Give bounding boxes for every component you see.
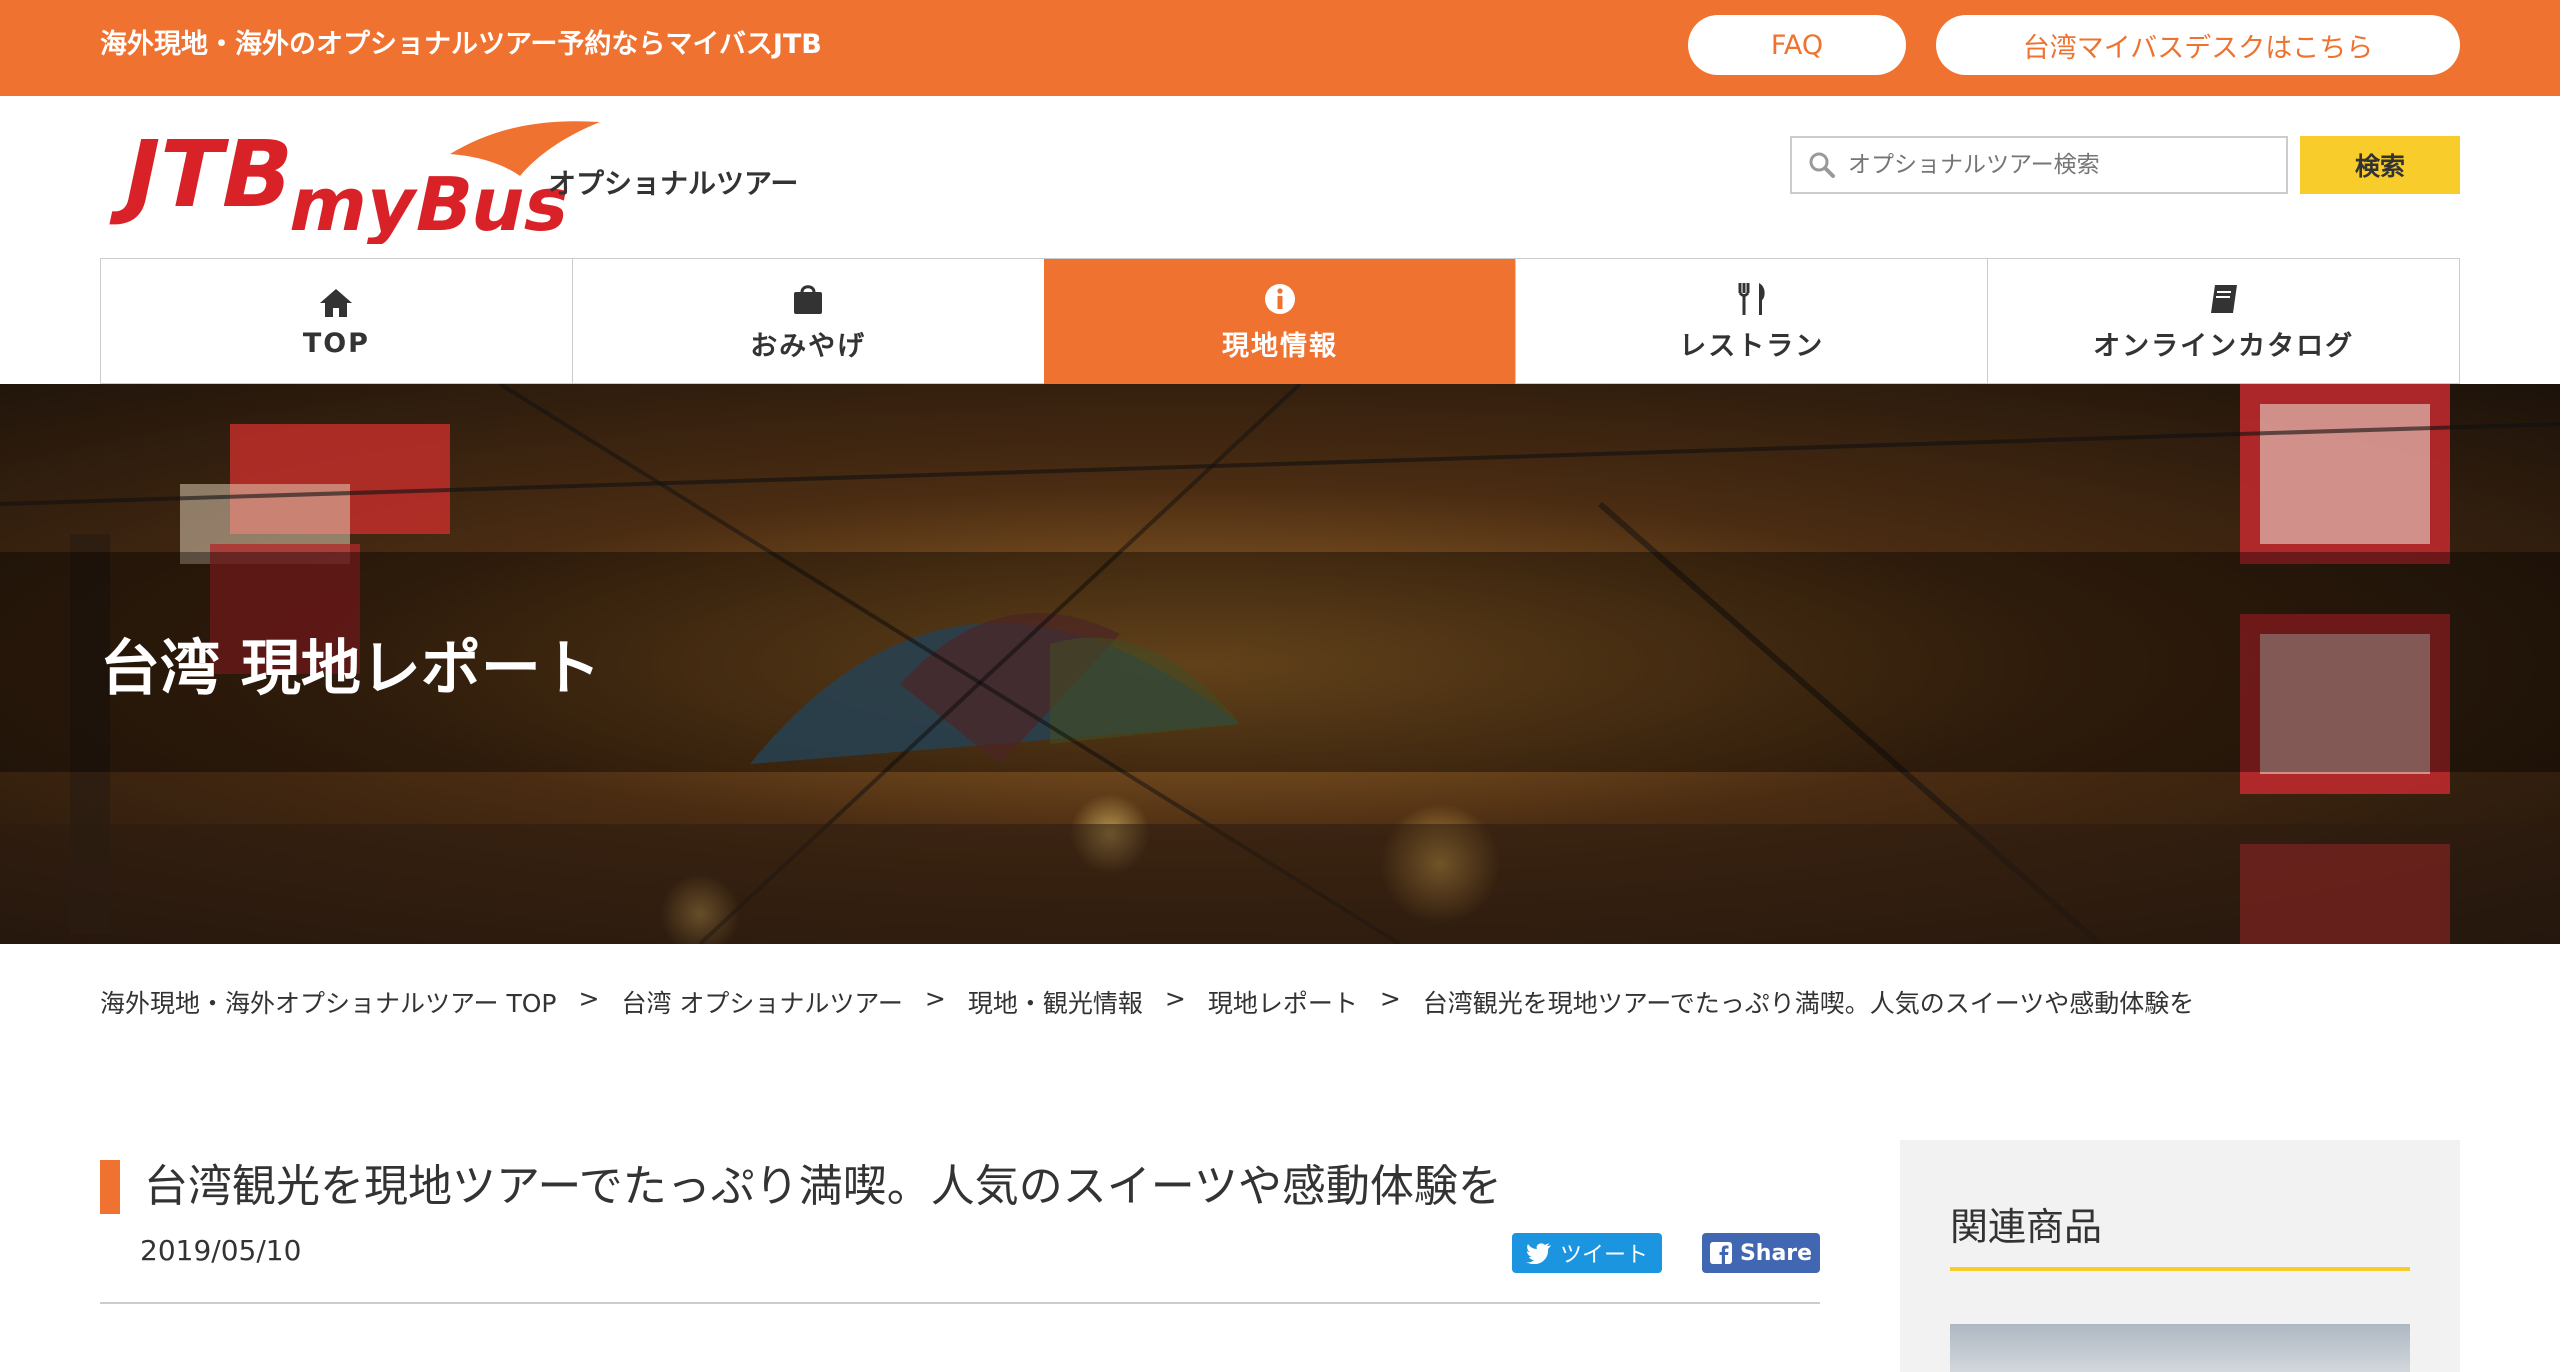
breadcrumb-current: 台湾観光を現地ツアーでたっぷり満喫。人気のスイーツや感動体験を xyxy=(1422,989,2195,1018)
related-products-heading: 関連商品 xyxy=(1950,1196,2410,1271)
article-date: 2019/05/10 xyxy=(140,1234,302,1267)
nav-item-local-info[interactable]: 現地情報 xyxy=(1043,259,1516,384)
share-label: Share xyxy=(1739,1240,1813,1266)
breadcrumb-separator: > xyxy=(924,984,946,1013)
breadcrumb-item[interactable]: 現地レポート xyxy=(1208,984,1358,1020)
nav-item-label: 現地情報 xyxy=(1221,330,1338,362)
search-icon xyxy=(1809,152,1835,178)
fork-knife-icon xyxy=(1735,280,1769,318)
site-tagline: 海外現地・海外のオプショナルツアー予約ならマイバスJTB xyxy=(100,29,822,60)
search-box xyxy=(1790,136,2288,194)
nav-item-label: TOP xyxy=(302,327,370,359)
tweet-label: ツイート xyxy=(1559,1243,1648,1268)
related-product-thumbnail[interactable] xyxy=(1950,1324,2410,1372)
article-divider xyxy=(100,1302,1820,1304)
taiwan-desk-button[interactable]: 台湾マイバスデスクはこちら xyxy=(1936,15,2460,75)
nav-item-top[interactable]: TOP xyxy=(100,259,572,384)
logo-subtitle: オプショナルツアー xyxy=(548,167,799,200)
svg-text:myBus: myBus xyxy=(282,162,579,244)
book-icon xyxy=(2207,280,2241,318)
breadcrumb: 海外現地・海外オプショナルツアー TOP > 台湾 オプショナルツアー > 現地… xyxy=(100,984,2194,1020)
breadcrumb-separator: > xyxy=(578,984,600,1013)
faq-button[interactable]: FAQ xyxy=(1688,15,1906,75)
facebook-icon xyxy=(1709,1242,1732,1264)
breadcrumb-item[interactable]: 海外現地・海外オプショナルツアー TOP xyxy=(100,984,556,1020)
nav-item-restaurants[interactable]: レストラン xyxy=(1515,259,1988,384)
info-icon xyxy=(1263,280,1297,318)
nav-item-label: オンラインカタログ xyxy=(2093,330,2355,362)
site-header: JTB myBus オプショナルツアー 検索 xyxy=(0,96,2560,258)
twitter-bird-icon xyxy=(1525,1243,1551,1264)
related-products-sidebar: 関連商品 xyxy=(1900,1140,2460,1372)
main-nav: TOP おみやげ 現地情報 レストラン オンラインカタログ xyxy=(100,258,2460,384)
search-button[interactable]: 検索 xyxy=(2300,136,2460,194)
nav-item-label: レストラン xyxy=(1679,330,1825,362)
breadcrumb-item[interactable]: 現地・観光情報 xyxy=(968,984,1143,1020)
breadcrumb-separator: > xyxy=(1379,984,1401,1013)
breadcrumb-item[interactable]: 台湾 オプショナルツアー xyxy=(621,984,902,1020)
home-icon xyxy=(318,284,354,322)
search-input[interactable] xyxy=(1846,151,2270,179)
shopping-bag-icon xyxy=(791,280,825,318)
breadcrumb-separator: > xyxy=(1164,984,1186,1013)
facebook-share-button[interactable]: Share xyxy=(1702,1233,1820,1273)
hero-banner: 台湾 現地レポート xyxy=(0,384,2560,944)
hero-title: 台湾 現地レポート xyxy=(100,634,601,704)
article-title: 台湾観光を現地ツアーでたっぷり満喫。人気のスイーツや感動体験を xyxy=(100,1160,1502,1214)
tweet-button[interactable]: ツイート xyxy=(1512,1233,1662,1273)
top-bar: 海外現地・海外のオプショナルツアー予約ならマイバスJTB FAQ 台湾マイバスデ… xyxy=(0,0,2560,96)
nav-item-souvenirs[interactable]: おみやげ xyxy=(571,259,1044,384)
nav-item-label: おみやげ xyxy=(750,330,867,362)
svg-text:JTB: JTB xyxy=(108,121,304,228)
nav-item-online-catalog[interactable]: オンラインカタログ xyxy=(1987,259,2460,384)
